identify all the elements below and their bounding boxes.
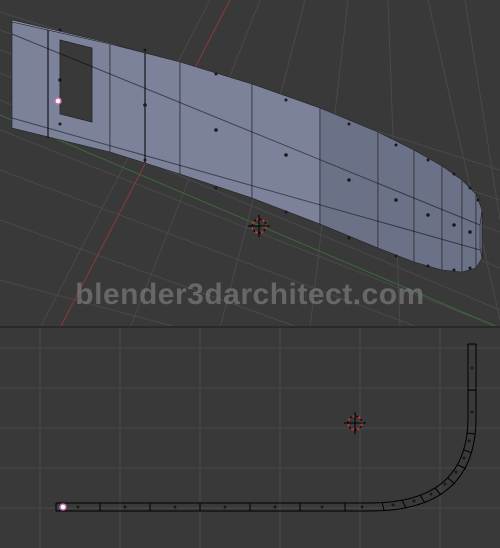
- object-origin: [60, 504, 66, 510]
- cursor-3d-icon: [344, 412, 366, 434]
- viewport-3d-top-ortho[interactable]: [0, 328, 500, 548]
- object-origin: [55, 98, 61, 104]
- viewport-3d-perspective[interactable]: [0, 0, 500, 328]
- mesh-curved-wall: [12, 20, 482, 272]
- viewport-ortho-canvas[interactable]: [0, 328, 500, 548]
- perspective-grid: [0, 0, 500, 326]
- cursor-3d-icon: [248, 215, 270, 237]
- viewport-3d-canvas[interactable]: [0, 0, 500, 326]
- orthographic-grid: [0, 328, 500, 548]
